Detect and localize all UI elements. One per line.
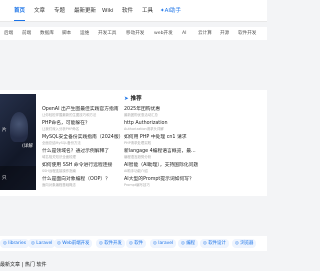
tag-icon: ◎: [181, 241, 185, 246]
category-backend[interactable]: 后端: [4, 30, 13, 38]
article-subtitle: AI助手功能介绍: [124, 169, 148, 173]
article-title[interactable]: http Authorization: [124, 120, 204, 127]
article-subtitle: 让你轻松掌握最新的生图技巧和方法: [42, 113, 97, 117]
category-ops[interactable]: 运维: [80, 30, 89, 38]
article-subtitle: 全面总结MySQL备份方法: [42, 141, 81, 145]
tag-libraries[interactable]: ◎ libraries: [0, 239, 29, 248]
tag-label: 软件开发: [104, 241, 122, 246]
category-database[interactable]: 数据库: [40, 30, 54, 38]
tag-laravel-uppercase[interactable]: ◎ Laravel: [28, 239, 56, 248]
nav-articles[interactable]: 文章: [34, 6, 45, 16]
list-item[interactable]: 什么是面向对象编程（OOP）？ 面向对象编程基础概念: [42, 176, 122, 190]
article-title[interactable]: 如何使用 SSH 命令进行远程连接: [42, 162, 122, 169]
list-item[interactable]: 如何使用 SSH 命令进行远程连接 SSH远程连接操作指南: [42, 162, 122, 176]
article-title[interactable]: AI大型的Prompt提示词如何写？: [124, 176, 204, 183]
recommend-list-right: 2025年团购优惠 最新团购优惠活动汇总 http Authorization Au…: [124, 106, 204, 190]
tag-icon: ◎: [153, 241, 157, 246]
tag-label: laravel: [158, 241, 174, 246]
ai-assistant-label: AI助手: [164, 8, 181, 14]
recommend-heading-label: 推荐: [130, 96, 142, 102]
tag-label: libraries: [8, 241, 26, 246]
tag-software-design[interactable]: ◎ 软件设计: [200, 239, 229, 248]
tag-label: 编程: [186, 241, 196, 246]
category-mobile[interactable]: 移动开发: [126, 30, 144, 38]
category-devtools[interactable]: 开发工具: [98, 30, 116, 38]
tag-icon: ◎: [203, 241, 207, 246]
category-software-dev[interactable]: 软件开发: [238, 30, 256, 38]
list-item[interactable]: PHP命名，可能躲在？ 让我们深入分析PHP命名: [42, 120, 122, 134]
article-subtitle: 最新团购优惠活动汇总: [124, 113, 158, 117]
hero-text-line: 只: [2, 176, 7, 181]
article-title[interactable]: 什么是领域名？通过示例解释了: [42, 148, 122, 155]
hero-text-line: (详解: [22, 144, 33, 149]
article-title[interactable]: AI智能（AI助理），支持国际化问题: [124, 162, 204, 169]
tag-icon: ◎: [129, 241, 133, 246]
article-subtitle: 面向对象编程基础概念: [42, 183, 76, 187]
article-subtitle: 域名相关知识全面梳理: [42, 155, 76, 159]
tag-icon: ◎: [235, 241, 239, 246]
nav-topics[interactable]: 专题: [54, 6, 65, 16]
recommend-list-left: OpenAI 出产生图最佳实践官方指南 让你轻松掌握最新的生图技巧和方法 PHP命…: [42, 106, 122, 190]
tag-laravel[interactable]: ◎ laravel: [150, 239, 177, 248]
tag-label: 软件设计: [208, 241, 226, 246]
nav-home[interactable]: 首页: [14, 6, 26, 21]
article-title[interactable]: 新langage 4编程语言概览，最...: [124, 148, 204, 155]
tag-software[interactable]: ◎ 软件: [126, 239, 147, 248]
featured-hero-image[interactable]: 片 (详解 只: [0, 94, 36, 190]
list-item[interactable]: AI智能（AI助理），支持国际化问题 AI助手功能介绍: [124, 162, 204, 176]
list-item[interactable]: http Authorization Authorization请求头详解: [124, 120, 204, 134]
category-cloud[interactable]: 云计算: [198, 30, 212, 38]
article-title[interactable]: MySQL安全备份实践指南（2024版）: [42, 134, 122, 141]
article-title[interactable]: 如何用 PHP 中处理 cn1 请求: [124, 134, 204, 141]
tag-programming[interactable]: ◎ 编程: [178, 239, 199, 248]
nav-ai-assistant[interactable]: ✦AI助手: [160, 6, 181, 16]
category-frontend[interactable]: 前端: [22, 30, 31, 38]
tag-cloud: ◎ libraries ◎ Laravel ◎ Web前端开发 ◎ 软件开发 ◎…: [0, 236, 267, 251]
article-subtitle: SSH远程连接操作指南: [42, 169, 76, 173]
tag-label: Laravel: [36, 241, 53, 246]
featured-section: 片 (详解 只 ➤ 推荐 OpenAI 出产生图最佳实践官方指南 让你轻松掌握最新的…: [0, 90, 267, 196]
top-navigation-bar: 首页 文章 专题 最新更新 Wiki 软件 工具 ✦AI助手: [0, 0, 267, 22]
tag-browser[interactable]: ◎ 浏览器: [232, 239, 257, 248]
list-item[interactable]: MySQL安全备份实践指南（2024版） 全面总结MySQL备份方法: [42, 134, 122, 148]
bottom-section-heading: 最新文章 | 热门 软件: [0, 262, 47, 268]
nav-tools[interactable]: 工具: [142, 6, 153, 16]
article-subtitle: 编程语言趋势分析: [124, 155, 152, 159]
list-item[interactable]: 什么是领域名？通过示例解释了 域名相关知识全面梳理: [42, 148, 122, 162]
tag-icon: ◎: [31, 241, 35, 246]
list-item[interactable]: OpenAI 出产生图最佳实践官方指南 让你轻松掌握最新的生图技巧和方法: [42, 106, 122, 120]
tag-label: 浏览器: [240, 241, 254, 246]
recommend-heading: ➤ 推荐: [124, 95, 160, 103]
tag-icon: ◎: [57, 241, 61, 246]
list-item[interactable]: 如何用 PHP 中处理 cn1 请求 PHP请求处理实践: [124, 134, 204, 148]
tag-icon: ◎: [3, 241, 7, 246]
article-title[interactable]: 2025年团购优惠: [124, 106, 204, 113]
list-item[interactable]: 2025年团购优惠 最新团购优惠活动汇总: [124, 106, 204, 120]
tag-web-frontend[interactable]: ◎ Web前端开发: [54, 239, 93, 248]
category-bar: 后端 前端 数据库 脚本 运维 开发工具 移动开发 web开发 AI 云计算 开…: [0, 27, 267, 40]
hero-text-line: 片: [2, 128, 7, 133]
nav-wiki[interactable]: Wiki: [102, 6, 114, 16]
category-web[interactable]: web开发: [154, 30, 173, 38]
category-ai[interactable]: AI: [182, 30, 187, 38]
article-title[interactable]: PHP命名，可能躲在？: [42, 120, 122, 127]
tag-icon: ◎: [99, 241, 103, 246]
article-subtitle: 让我们深入分析PHP命名: [42, 127, 80, 131]
tag-label: 软件: [134, 241, 144, 246]
nav-latest[interactable]: 最新更新: [74, 6, 96, 16]
article-title[interactable]: 什么是面向对象编程（OOP）？: [42, 176, 122, 183]
article-title[interactable]: OpenAI 出产生图最佳实践官方指南: [42, 106, 122, 113]
category-script[interactable]: 脚本: [62, 30, 71, 38]
tag-label: Web前端开发: [62, 241, 90, 246]
send-icon: ➤: [124, 96, 129, 102]
list-item[interactable]: AI大型的Prompt提示词如何写？ Prompt编写技巧: [124, 176, 204, 190]
hero-illustration: [10, 112, 28, 142]
article-subtitle: Prompt编写技巧: [124, 183, 150, 187]
nav-software[interactable]: 软件: [122, 6, 133, 16]
article-subtitle: Authorization请求头详解: [124, 127, 164, 131]
article-subtitle: PHP请求处理实践: [124, 141, 151, 145]
tag-software-dev[interactable]: ◎ 软件开发: [96, 239, 125, 248]
list-item[interactable]: 新langage 4编程语言概览，最... 编程语言趋势分析: [124, 148, 204, 162]
category-opensource[interactable]: 开源: [220, 30, 229, 38]
